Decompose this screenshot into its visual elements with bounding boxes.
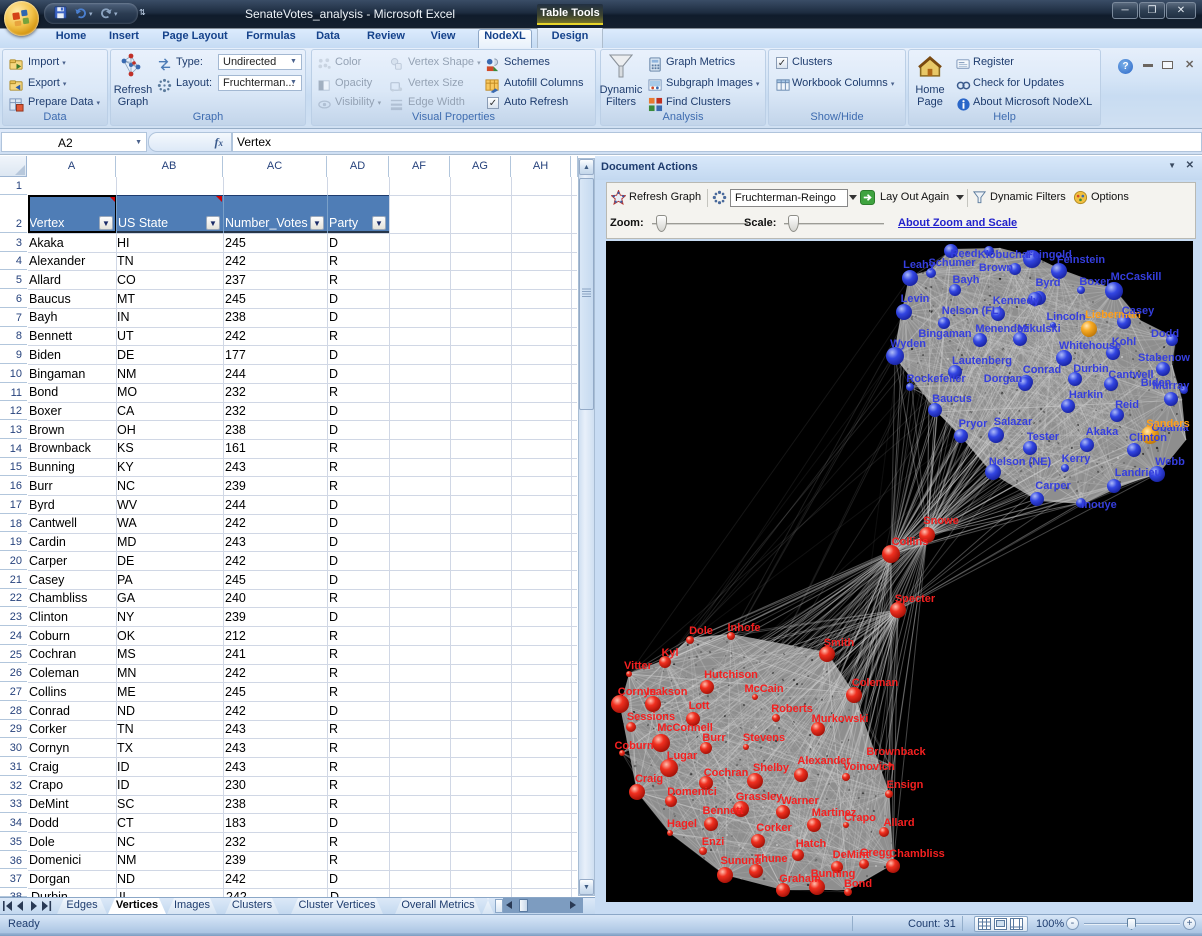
svg-text:Bayh: Bayh (953, 274, 980, 286)
svg-text:Bingaman: Bingaman (918, 328, 971, 340)
svg-text:Nelson (FL): Nelson (FL) (942, 305, 1003, 317)
svg-text:Enzi: Enzi (702, 836, 725, 848)
svg-text:Dole: Dole (689, 625, 713, 637)
svg-text:Craig: Craig (635, 773, 663, 785)
svg-text:Vitter: Vitter (624, 660, 653, 672)
svg-text:Lugar: Lugar (667, 750, 698, 762)
svg-text:Grassley: Grassley (736, 791, 783, 803)
svg-text:Salazar: Salazar (994, 416, 1033, 428)
svg-text:Clinton: Clinton (1129, 432, 1167, 444)
svg-text:Thune: Thune (755, 853, 788, 865)
svg-text:Snowe: Snowe (923, 515, 958, 527)
svg-text:Sanders: Sanders (1146, 418, 1189, 430)
svg-text:Murkowski: Murkowski (812, 713, 869, 725)
svg-text:Burr: Burr (702, 732, 726, 744)
svg-text:Warner: Warner (781, 795, 819, 807)
svg-text:Conrad: Conrad (1023, 364, 1062, 376)
svg-text:Landrieu: Landrieu (1115, 467, 1161, 479)
svg-text:McCaskill: McCaskill (1111, 271, 1162, 283)
svg-text:Inouye: Inouye (1081, 499, 1116, 511)
svg-text:Harkin: Harkin (1069, 389, 1104, 401)
svg-text:Byrd: Byrd (1035, 277, 1060, 289)
svg-text:Kohl: Kohl (1112, 336, 1136, 348)
svg-text:Allard: Allard (883, 817, 914, 829)
svg-text:Murray: Murray (1153, 380, 1191, 392)
svg-text:Mikulski: Mikulski (1017, 323, 1060, 335)
svg-text:Voinovich: Voinovich (843, 761, 895, 773)
svg-text:Collins: Collins (892, 536, 929, 548)
svg-text:Durbin: Durbin (1073, 363, 1109, 375)
svg-text:Corker: Corker (756, 822, 792, 834)
svg-text:Baucus: Baucus (932, 393, 972, 405)
svg-text:Casey: Casey (1122, 305, 1155, 317)
svg-text:McCain: McCain (744, 683, 783, 695)
svg-text:Rockefeller: Rockefeller (906, 373, 966, 385)
svg-text:Kyl: Kyl (661, 647, 678, 659)
svg-text:Lautenberg: Lautenberg (952, 355, 1012, 367)
svg-text:Stabenow: Stabenow (1138, 352, 1190, 364)
svg-text:Ensign: Ensign (887, 779, 924, 791)
svg-text:Inhofe: Inhofe (728, 622, 761, 634)
svg-text:Coburn: Coburn (614, 740, 653, 752)
svg-text:Domenici: Domenici (667, 786, 717, 798)
svg-text:Reid: Reid (1115, 399, 1139, 411)
svg-text:Feinstein: Feinstein (1057, 254, 1106, 266)
svg-text:Levin: Levin (901, 293, 930, 305)
svg-text:Schumer: Schumer (928, 257, 976, 269)
svg-text:Hutchison: Hutchison (704, 669, 758, 681)
svg-text:Lincoln: Lincoln (1046, 311, 1085, 323)
svg-text:Lott: Lott (689, 700, 710, 712)
svg-text:Coleman: Coleman (852, 677, 899, 689)
svg-text:Crapo: Crapo (844, 812, 876, 824)
svg-text:Klobuchar: Klobuchar (978, 249, 1033, 261)
svg-text:Hatch: Hatch (796, 838, 827, 850)
svg-text:Bennett: Bennett (703, 805, 744, 817)
svg-text:Bond: Bond (844, 878, 872, 890)
svg-text:Specter: Specter (895, 593, 936, 605)
svg-text:Stevens: Stevens (743, 732, 785, 744)
svg-text:Shelby: Shelby (753, 762, 790, 774)
svg-text:Brown: Brown (979, 262, 1014, 274)
svg-text:Carper: Carper (1035, 480, 1071, 492)
svg-text:Kerry: Kerry (1062, 453, 1092, 465)
svg-text:Smith: Smith (824, 637, 855, 649)
svg-text:Dorgan: Dorgan (984, 373, 1023, 385)
svg-text:Hagel: Hagel (667, 818, 697, 830)
svg-text:Dodd: Dodd (1151, 328, 1179, 340)
svg-text:Isakson: Isakson (647, 686, 688, 698)
svg-text:Cochran: Cochran (704, 767, 749, 779)
svg-text:Wyden: Wyden (890, 338, 926, 350)
svg-text:Tester: Tester (1027, 431, 1060, 443)
svg-text:Pryor: Pryor (959, 418, 988, 430)
svg-text:Akaka: Akaka (1086, 426, 1119, 438)
svg-text:Roberts: Roberts (771, 703, 813, 715)
svg-text:Gregg: Gregg (860, 847, 892, 859)
svg-text:Boxer: Boxer (1079, 276, 1111, 288)
svg-text:Nelson (NE): Nelson (NE) (989, 456, 1052, 468)
svg-text:Brownback: Brownback (866, 746, 926, 758)
svg-text:Chambliss: Chambliss (889, 848, 945, 860)
